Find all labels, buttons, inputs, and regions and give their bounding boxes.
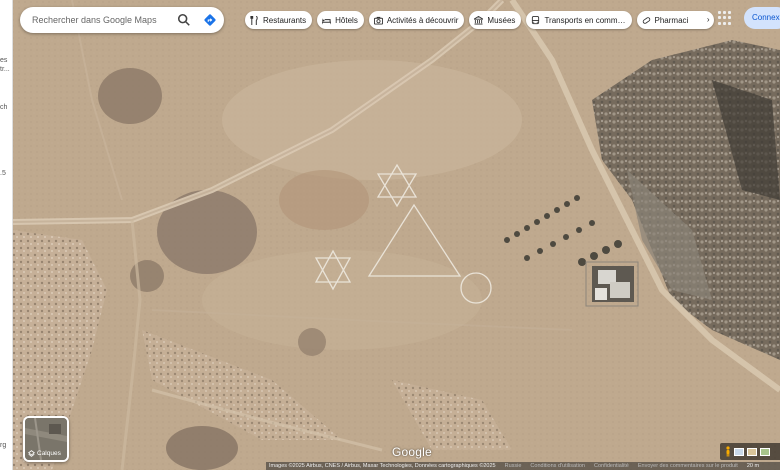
layers-button[interactable]: Calques — [23, 416, 69, 462]
camera-icon — [373, 16, 383, 25]
satellite-map[interactable] — [12, 0, 780, 470]
google-logo: Google — [392, 445, 432, 459]
layers-label: Calques — [37, 450, 61, 457]
search-box — [20, 7, 224, 33]
directions-icon[interactable] — [203, 13, 217, 27]
terrain-thumbnail[interactable] — [734, 447, 744, 456]
chevron-right-icon[interactable]: › — [707, 15, 710, 24]
scale-label[interactable]: 20 m — [747, 463, 759, 469]
feedback-link[interactable]: Envoyer des commentaires sur le produit — [638, 463, 738, 469]
search-input[interactable] — [32, 15, 162, 25]
attribution-bar: Images ©2025 Airbus, CNES / Airbus, Maxa… — [266, 462, 780, 470]
bus-icon — [532, 15, 540, 24]
country-link[interactable]: Russie — [505, 463, 522, 469]
privacy-link[interactable]: Confidentialité — [594, 463, 629, 469]
layers-icon — [28, 450, 35, 457]
side-panel-edge: es tr... ch .5 rg — [0, 0, 13, 470]
pill-icon — [642, 16, 650, 24]
apps-grid-icon[interactable] — [718, 11, 732, 25]
side-panel-text: tr... — [0, 66, 10, 73]
chip-label: Hôtels — [335, 15, 358, 25]
pegman-icon[interactable] — [725, 446, 731, 457]
side-panel-text: rg — [0, 442, 7, 449]
terms-link[interactable]: Conditions d'utilisation — [530, 463, 585, 469]
category-chips: Restaurants Hôtels Activités à découvrir… — [245, 11, 714, 29]
login-button[interactable]: Connexion — [744, 7, 780, 29]
chip-label: Pharmaci — [654, 15, 689, 25]
chip-hotels[interactable]: Hôtels — [317, 11, 364, 29]
chip-label: Musées — [487, 15, 516, 25]
side-panel-text: es — [0, 57, 8, 64]
chip-activities[interactable]: Activités à découvrir — [368, 11, 465, 29]
globe-thumbnail[interactable] — [760, 447, 770, 456]
chip-restaurants[interactable]: Restaurants — [245, 11, 313, 29]
satellite-imagery — [12, 0, 780, 470]
map-controls-bar — [720, 443, 780, 460]
chip-label: Restaurants — [263, 15, 307, 25]
bed-icon — [322, 18, 332, 24]
museum-icon — [474, 15, 484, 25]
imagery-credits: Images ©2025 Airbus, CNES / Airbus, Maxa… — [269, 463, 496, 469]
map-thumbnail[interactable] — [747, 447, 757, 456]
search-icon[interactable] — [177, 13, 191, 27]
chip-museums[interactable]: Musées — [469, 11, 522, 29]
fork-knife-icon — [250, 15, 258, 25]
chip-label: Activités à découvrir — [386, 15, 459, 25]
chip-transit[interactable]: Transports en comm… — [526, 11, 632, 29]
side-panel-text: ch — [0, 104, 8, 111]
chip-label: Transports en comm… — [544, 15, 626, 25]
side-panel-text: .5 — [0, 170, 6, 177]
chip-pharmacies[interactable]: Pharmaci › — [636, 11, 714, 29]
